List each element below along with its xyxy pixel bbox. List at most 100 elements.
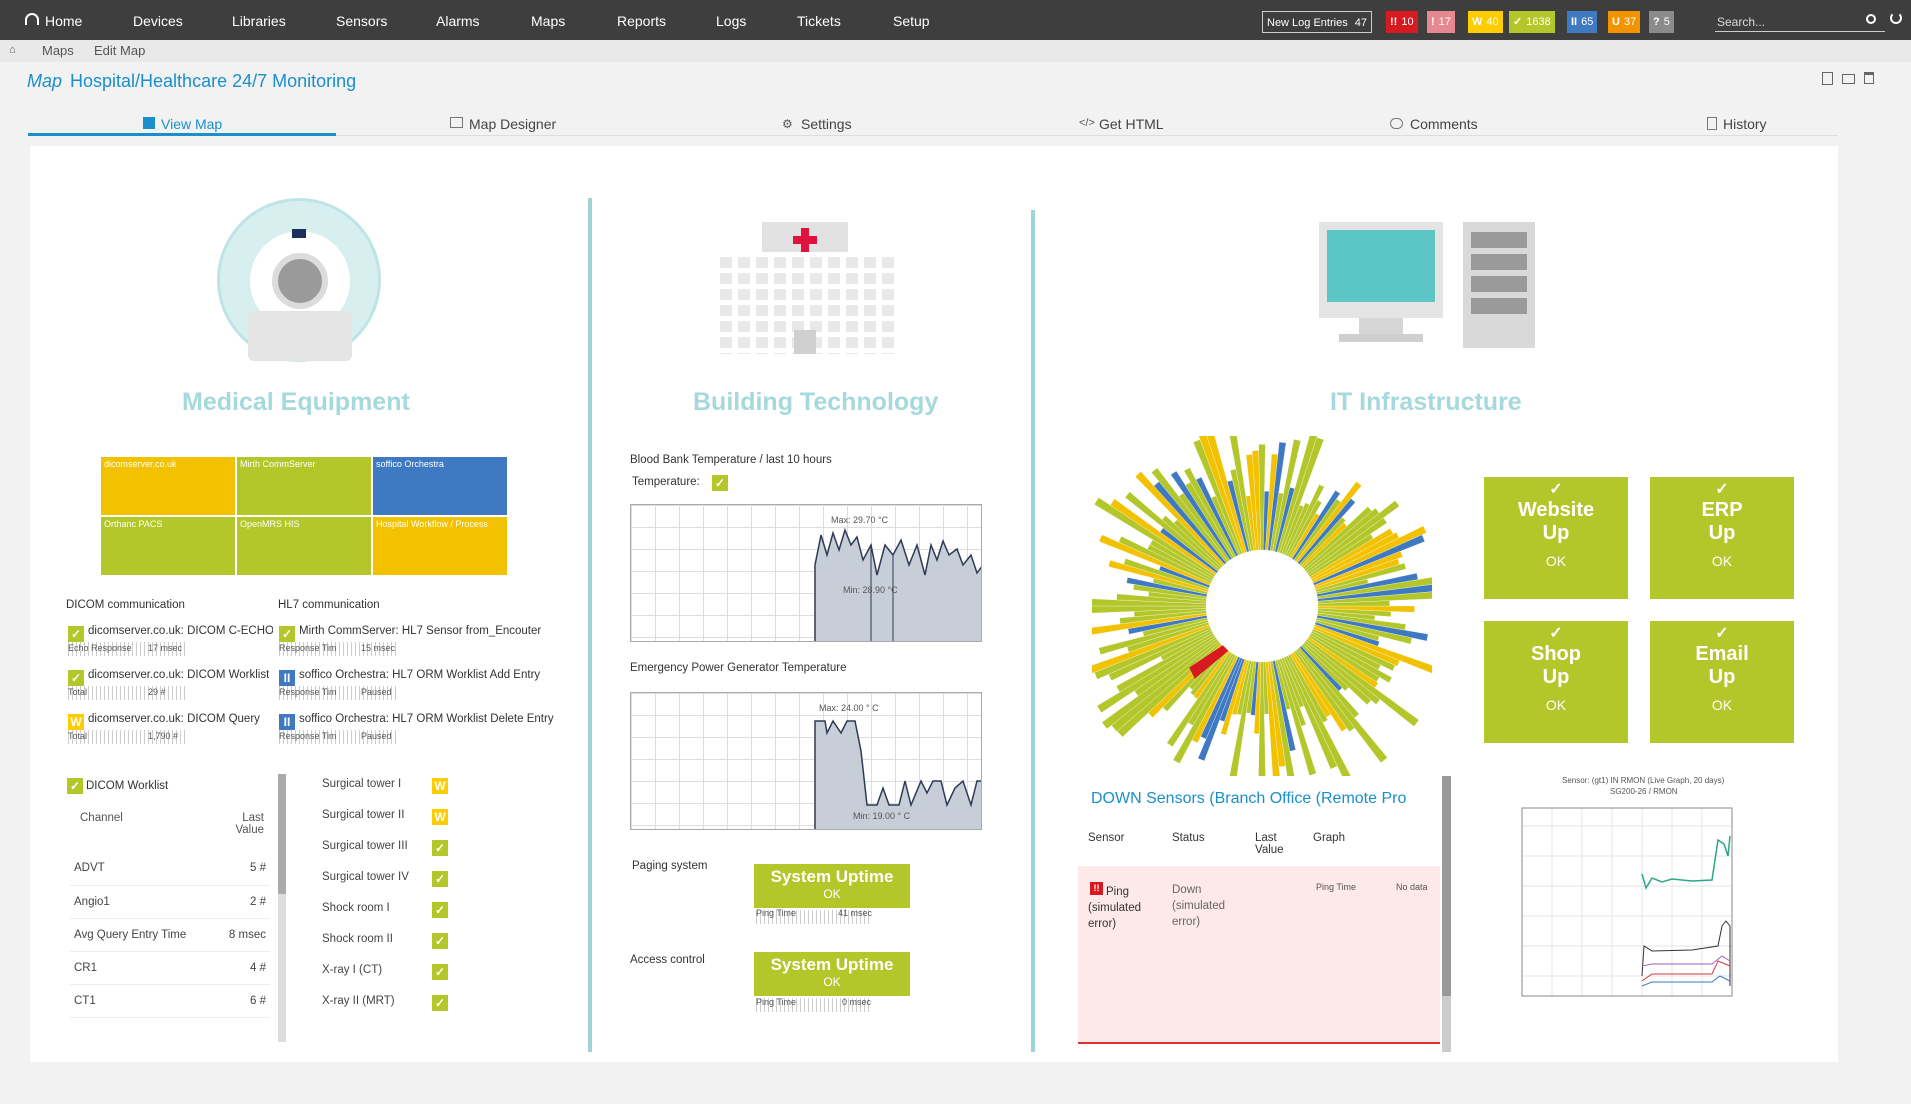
tab-map-designer[interactable]: Map Designer xyxy=(469,116,556,132)
tile-name: Website xyxy=(1517,499,1595,521)
mail-icon[interactable] xyxy=(1842,74,1855,84)
map-designer-icon xyxy=(450,117,463,128)
down-sensor-no-data: No data xyxy=(1396,882,1428,892)
sensor-name[interactable]: soffico Orchestra: HL7 ORM Worklist Add … xyxy=(299,669,540,681)
hospital-building-illustration xyxy=(714,222,896,354)
service-tile[interactable]: ✓ Website Up OK xyxy=(1484,477,1628,599)
nav-reports[interactable]: Reports xyxy=(617,13,666,29)
sensor-status-icon: ✓ xyxy=(279,626,295,642)
trash-icon[interactable] xyxy=(1864,72,1874,84)
nav-logs[interactable]: Logs xyxy=(716,13,746,29)
down-sensors-title[interactable]: DOWN Sensors (Branch Office (Remote Pro xyxy=(1091,790,1445,808)
rmon-live-graph[interactable] xyxy=(1492,796,1764,1042)
badge-icon: ✓ xyxy=(1513,16,1523,28)
room-name[interactable]: Shock room II xyxy=(322,933,393,945)
temperature-ok-icon: ✓ xyxy=(712,475,728,491)
status-badge-1[interactable]: ! 17 xyxy=(1427,11,1455,33)
breadcrumb-edit-map[interactable]: Edit Map xyxy=(94,43,145,58)
room-name[interactable]: X-ray II (MRT) xyxy=(322,995,395,1007)
room-name[interactable]: Surgical tower I xyxy=(322,778,401,790)
status-badge-5[interactable]: U 37 xyxy=(1608,11,1641,33)
search-input[interactable] xyxy=(1715,12,1885,32)
home-icon[interactable] xyxy=(25,13,39,25)
nav-alarms[interactable]: Alarms xyxy=(436,13,480,29)
new-log-entries-button[interactable]: New Log Entries 47 xyxy=(1262,11,1373,33)
heatmap-cell[interactable]: soffico Orchestra xyxy=(372,456,508,516)
heatmap-cell[interactable]: dicomserver.co.uk xyxy=(100,456,236,516)
nav-sensors[interactable]: Sensors xyxy=(336,13,387,29)
room-name[interactable]: X-ray I (CT) xyxy=(322,964,382,976)
down-panel-scroll-thumb[interactable] xyxy=(1442,776,1451,996)
monitor-base xyxy=(1339,334,1423,342)
paging-uptime-status[interactable]: System Uptime OK xyxy=(754,864,910,908)
service-tile[interactable]: ✓ Shop Up OK xyxy=(1484,621,1628,743)
blood-bank-chart-svg xyxy=(814,527,981,641)
access-uptime-status[interactable]: System Uptime OK xyxy=(754,952,910,996)
room-name[interactable]: Shock room I xyxy=(322,902,390,914)
nav-libraries[interactable]: Libraries xyxy=(232,13,286,29)
power-icon[interactable] xyxy=(1890,12,1902,24)
rmon-series-teal xyxy=(1641,835,1731,890)
room-name[interactable]: Surgical tower III xyxy=(322,840,408,852)
export-icon[interactable] xyxy=(1822,72,1833,85)
tab-comments[interactable]: Comments xyxy=(1410,116,1478,132)
worklist-channel: ADVT xyxy=(70,852,210,886)
tile-state: Up xyxy=(1542,666,1570,688)
nav-devices[interactable]: Devices xyxy=(133,13,183,29)
service-tile[interactable]: ✓ ERP Up OK xyxy=(1650,477,1794,599)
worklist-row[interactable]: Avg Query Entry Time 8 msec xyxy=(70,918,270,952)
nav-setup[interactable]: Setup xyxy=(893,13,930,29)
status-badge-0[interactable]: !! 10 xyxy=(1386,11,1418,33)
worklist-value: 6 # xyxy=(210,984,270,1018)
search-icon[interactable] xyxy=(1866,14,1876,24)
heatmap-cell[interactable]: Orthanc PACS xyxy=(100,516,236,576)
status-badge-3[interactable]: ✓ 1638 xyxy=(1509,11,1555,33)
tab-get-html[interactable]: Get HTML xyxy=(1099,116,1164,132)
home-breadcrumb-icon[interactable]: ⌂ xyxy=(9,44,16,56)
sensor-status-icon: ✓ xyxy=(68,626,84,642)
badge-count: 5 xyxy=(1663,16,1670,28)
status-badge-6[interactable]: ? 5 xyxy=(1649,11,1674,33)
worklist-row[interactable]: CT1 6 # xyxy=(70,984,270,1018)
paging-system-label: Paging system xyxy=(632,860,708,872)
badge-count: 1638 xyxy=(1526,16,1551,28)
status-badge-2[interactable]: W 40 xyxy=(1468,11,1503,33)
room-name[interactable]: Surgical tower IV xyxy=(322,871,409,883)
nav-maps[interactable]: Maps xyxy=(531,13,565,29)
monitor-stand xyxy=(1359,318,1403,334)
nav-home[interactable]: Home xyxy=(45,13,82,29)
worklist-row[interactable]: CR1 4 # xyxy=(70,951,270,985)
sensor-channel: Response Tim xyxy=(279,687,337,697)
down-sensor-graph-label: Ping Time xyxy=(1316,882,1357,892)
tab-settings[interactable]: Settings xyxy=(801,116,852,132)
room-status-icon: ✓ xyxy=(432,964,448,980)
tab-history[interactable]: History xyxy=(1723,116,1767,132)
service-tile[interactable]: ✓ Email Up OK xyxy=(1650,621,1794,743)
worklist-scrollbar[interactable] xyxy=(278,774,286,1042)
down-panel-scrollbar[interactable] xyxy=(1442,776,1451,1052)
tab-view-map[interactable]: View Map xyxy=(28,112,336,136)
down-sensor-name[interactable]: Ping (simulated error) xyxy=(1088,884,1158,932)
sensor-name[interactable]: dicomserver.co.uk: DICOM Worklist xyxy=(88,669,269,681)
breadcrumb-maps[interactable]: Maps xyxy=(42,43,74,58)
heatmap-cell[interactable]: OpenMRS HIS xyxy=(236,516,372,576)
worklist-row[interactable]: ADVT 5 # xyxy=(70,852,270,886)
sensor-name[interactable]: dicomserver.co.uk: DICOM Query xyxy=(88,713,260,725)
sensor-sunburst-chart[interactable] xyxy=(1092,436,1432,776)
sensor-name[interactable]: dicomserver.co.uk: DICOM C-ECHO xyxy=(88,625,273,637)
sensor-name[interactable]: Mirth CommServer: HL7 Sensor from_Encout… xyxy=(299,625,541,637)
down-sensor-row[interactable]: !! Ping (simulated error) Down (simulate… xyxy=(1078,866,1440,1044)
status-badge-4[interactable]: II 65 xyxy=(1567,11,1598,33)
heatmap-cell[interactable]: Mirth CommServer xyxy=(236,456,372,516)
tile-status: OK xyxy=(1545,553,1567,569)
worklist-scroll-thumb[interactable] xyxy=(278,774,286,894)
sensor-value: 15 msec xyxy=(361,643,396,653)
sensor-value: 1,790 # xyxy=(148,731,179,741)
sensor-name[interactable]: soffico Orchestra: HL7 ORM Worklist Dele… xyxy=(299,713,554,725)
room-name[interactable]: Surgical tower II xyxy=(322,809,404,821)
tile-check-icon: ✓ xyxy=(1549,481,1563,498)
badge-icon: U xyxy=(1612,16,1620,28)
worklist-row[interactable]: Angio1 2 # xyxy=(70,885,270,919)
heatmap-cell[interactable]: Hospital Workflow / Process xyxy=(372,516,508,576)
nav-tickets[interactable]: Tickets xyxy=(797,13,841,29)
